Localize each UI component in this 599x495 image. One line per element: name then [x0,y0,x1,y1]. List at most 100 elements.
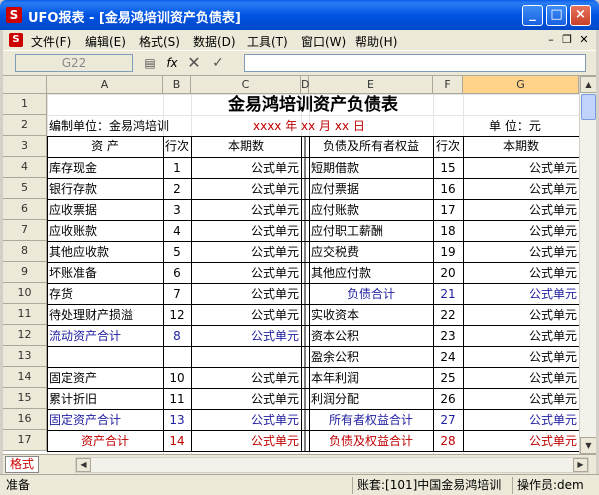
menu-data[interactable]: 数据(D) [193,33,236,50]
fx-icon[interactable]: fx [163,55,181,72]
menu-help[interactable]: 帮助(H) [355,33,397,50]
row-header-3[interactable]: 3 [3,136,47,157]
row-header-12[interactable]: 12 [3,325,47,346]
liability-value[interactable]: 公式单元 [463,283,579,304]
column-header-g[interactable]: G [463,76,579,94]
tab-format[interactable]: 格式 [5,456,40,473]
liability-value[interactable]: 公式单元 [463,157,579,178]
row-header-14[interactable]: 14 [3,367,47,388]
liability-line-no[interactable]: 23 [433,325,463,346]
menu-format[interactable]: 格式(S) [139,33,180,50]
liability-value[interactable]: 公式单元 [463,220,579,241]
menu-tools[interactable]: 工具(T) [247,33,288,50]
liability-name[interactable]: 利润分配 [309,388,433,409]
asset-value[interactable]: 公式单元 [191,388,301,409]
liability-value[interactable]: 公式单元 [463,367,579,388]
asset-name[interactable]: 应收账款 [47,220,163,241]
liability-name[interactable]: 应付职工薪酬 [309,220,433,241]
maximize-button[interactable]: □ [546,5,567,26]
asset-name[interactable]: 累计折旧 [47,388,163,409]
asset-line-no[interactable]: 5 [163,241,191,262]
liability-line-no[interactable]: 21 [433,283,463,304]
asset-line-no[interactable]: 12 [163,304,191,325]
liability-name[interactable]: 应付账款 [309,199,433,220]
asset-name[interactable]: 待处理财产损溢 [47,304,163,325]
liability-value[interactable]: 公式单元 [463,325,579,346]
function-list-icon[interactable]: ▤ [141,55,159,72]
asset-value[interactable]: 公式单元 [191,241,301,262]
asset-line-no[interactable]: 1 [163,157,191,178]
liability-line-no[interactable]: 15 [433,157,463,178]
menu-window[interactable]: 窗口(W) [301,33,346,50]
column-header-f[interactable]: F [433,76,463,94]
liability-name[interactable]: 资本公积 [309,325,433,346]
liability-name[interactable]: 负债合计 [309,283,433,304]
liability-name[interactable]: 本年利润 [309,367,433,388]
liability-name[interactable]: 实收资本 [309,304,433,325]
document-icon[interactable]: S [9,33,23,47]
asset-line-no[interactable]: 6 [163,262,191,283]
asset-value[interactable]: 公式单元 [191,220,301,241]
asset-name[interactable]: 应收票据 [47,199,163,220]
liability-value[interactable]: 公式单元 [463,346,579,367]
liability-line-no[interactable]: 17 [433,199,463,220]
scroll-right-icon[interactable]: ▶ [573,458,588,472]
asset-line-no[interactable]: 3 [163,199,191,220]
row-header-7[interactable]: 7 [3,220,47,241]
liability-value[interactable]: 公式单元 [463,430,579,451]
asset-value[interactable]: 公式单元 [191,367,301,388]
liability-value[interactable]: 公式单元 [463,388,579,409]
liability-value[interactable]: 公式单元 [463,178,579,199]
asset-value[interactable]: 公式单元 [191,178,301,199]
liability-name[interactable]: 所有者权益合计 [309,409,433,430]
row-header-4[interactable]: 4 [3,157,47,178]
asset-value[interactable] [191,346,301,367]
column-header-e[interactable]: E [309,76,433,94]
asset-line-no[interactable]: 10 [163,367,191,388]
row-header-8[interactable]: 8 [3,241,47,262]
liability-value[interactable]: 公式单元 [463,241,579,262]
row-header-11[interactable]: 11 [3,304,47,325]
asset-name[interactable]: 流动资产合计 [47,325,163,346]
liability-name[interactable]: 应交税费 [309,241,433,262]
doc-restore-icon[interactable]: ❐ [560,33,574,47]
asset-line-no[interactable]: 2 [163,178,191,199]
liability-line-no[interactable]: 22 [433,304,463,325]
liability-value[interactable]: 公式单元 [463,262,579,283]
row-header-13[interactable]: 13 [3,346,47,367]
liability-line-no[interactable]: 24 [433,346,463,367]
scroll-up-icon[interactable]: ▲ [580,76,596,93]
column-header-c[interactable]: C [191,76,301,94]
liability-name[interactable]: 盈余公积 [309,346,433,367]
asset-name[interactable]: 资产合计 [47,430,163,451]
liability-name[interactable]: 短期借款 [309,157,433,178]
column-header-d[interactable]: D [301,76,309,94]
row-header-15[interactable]: 15 [3,388,47,409]
asset-value[interactable]: 公式单元 [191,262,301,283]
scroll-thumb[interactable] [581,94,596,120]
row-header-5[interactable]: 5 [3,178,47,199]
liability-line-no[interactable]: 19 [433,241,463,262]
column-header-b[interactable]: B [163,76,191,94]
asset-value[interactable]: 公式单元 [191,199,301,220]
row-header-17[interactable]: 17 [3,430,47,451]
liability-name[interactable]: 应付票据 [309,178,433,199]
liability-value[interactable]: 公式单元 [463,304,579,325]
liability-line-no[interactable]: 18 [433,220,463,241]
liability-name[interactable]: 其他应付款 [309,262,433,283]
asset-line-no[interactable]: 4 [163,220,191,241]
row-header-6[interactable]: 6 [3,199,47,220]
asset-value[interactable]: 公式单元 [191,430,301,451]
asset-name[interactable]: 其他应收款 [47,241,163,262]
row-header-1[interactable]: 1 [3,94,47,115]
doc-close-icon[interactable]: ✕ [577,33,591,47]
liability-line-no[interactable]: 20 [433,262,463,283]
asset-line-no[interactable]: 7 [163,283,191,304]
row-header-10[interactable]: 10 [3,283,47,304]
vertical-scrollbar[interactable]: ▲ ▼ [579,76,596,454]
title-bar[interactable]: S UFO报表 - [金易鸿培训资产负债表] _ □ × [0,0,599,30]
scroll-left-icon[interactable]: ◀ [76,458,91,472]
asset-name[interactable]: 存货 [47,283,163,304]
asset-value[interactable]: 公式单元 [191,409,301,430]
liability-line-no[interactable]: 16 [433,178,463,199]
